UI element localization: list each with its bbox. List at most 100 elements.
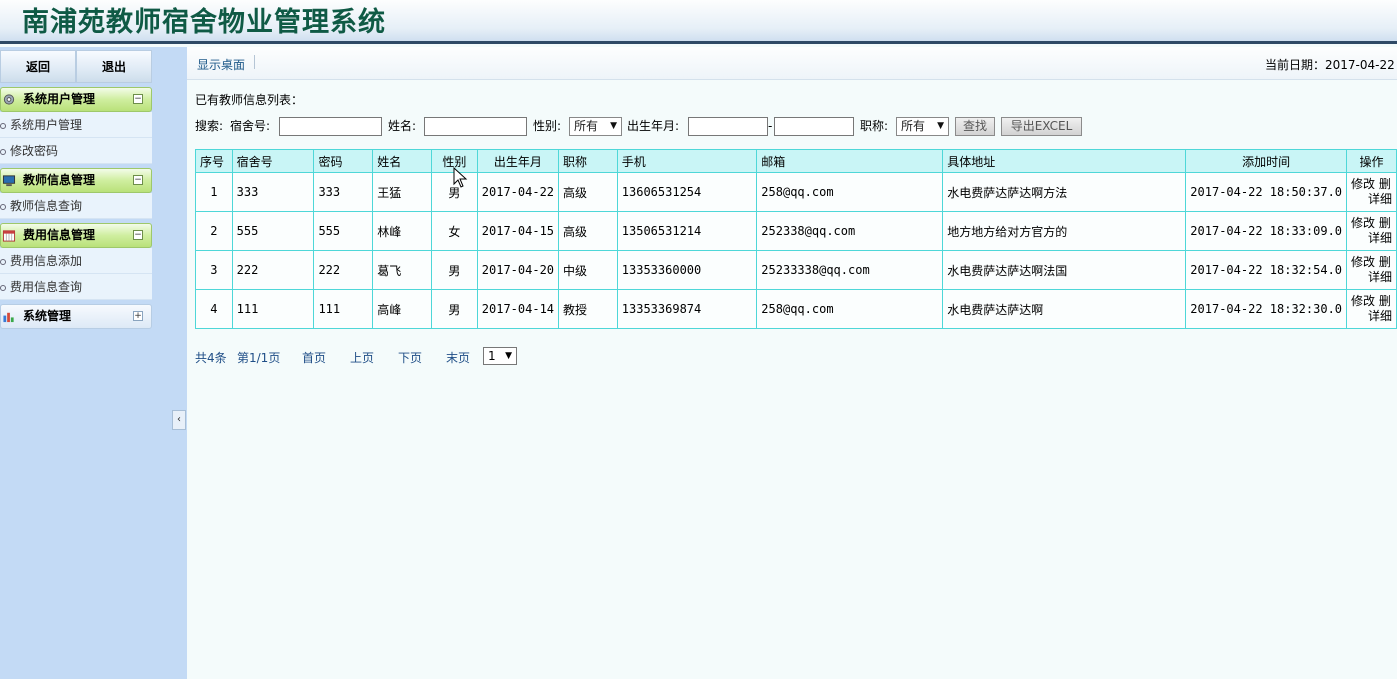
cell-actions: 修改 删 详细: [1346, 289, 1397, 329]
name-input[interactable]: [424, 117, 527, 136]
next-page-link[interactable]: 下页: [398, 349, 422, 366]
cell-name: 林峰: [372, 211, 432, 251]
cell-email: 252338@qq.com: [756, 211, 944, 251]
cell-birth: 2017-04-14: [476, 289, 560, 329]
cell-password: 555: [313, 211, 374, 251]
sidebar-item-fee-add[interactable]: 费用信息添加: [0, 248, 152, 274]
collapse-minus-icon[interactable]: −: [133, 94, 143, 104]
col-header: 出生年月: [476, 149, 560, 173]
gear-icon: [3, 94, 15, 105]
edit-delete-link[interactable]: 修改 删: [1351, 177, 1392, 192]
page-select[interactable]: 1: [483, 347, 517, 365]
sidebar-group-label: 教师信息管理: [23, 173, 96, 187]
col-header: 具体地址: [942, 149, 1187, 173]
sidebar-item-teacher-query[interactable]: 教师信息查询: [0, 193, 152, 219]
cell-title: 教授: [558, 289, 618, 329]
cell-title: 中级: [558, 250, 618, 290]
cell-dorm: 222: [231, 250, 315, 290]
date-separator: -: [768, 119, 773, 133]
detail-link[interactable]: 详细: [1351, 192, 1392, 207]
cell-gender: 男: [430, 289, 478, 329]
col-header: 手机: [616, 149, 758, 173]
detail-link[interactable]: 详细: [1351, 270, 1392, 285]
first-page-link[interactable]: 首页: [302, 349, 326, 366]
sidebar: 返回 退出 系统用户管理 − 系统用户管理 修改密码 教师信息管理 − 教师信息…: [0, 47, 187, 679]
dorm-input[interactable]: [279, 117, 382, 136]
col-header: 职称: [558, 149, 618, 173]
col-header: 密码: [313, 149, 374, 173]
title-label: 职称:: [860, 119, 889, 133]
cell-gender: 女: [430, 211, 478, 251]
cell-email: 258@qq.com: [756, 172, 944, 212]
detail-link[interactable]: 详细: [1351, 231, 1392, 246]
app-header: 南浦苑教师宿舍物业管理系统: [0, 0, 1397, 44]
cell-phone: 13353360000: [616, 250, 758, 290]
col-header: 添加时间: [1185, 149, 1348, 173]
prev-page-link[interactable]: 上页: [350, 349, 374, 366]
table-row: 3 222 222 葛飞 男 2017-04-20 中级 13353360000…: [195, 250, 1397, 290]
query-button[interactable]: 查找: [955, 117, 995, 136]
cell-dorm: 333: [231, 172, 315, 212]
cell-actions: 修改 删 详细: [1346, 172, 1397, 212]
sidebar-collapse-handle[interactable]: ‹: [172, 410, 186, 430]
birth-start-input[interactable]: [688, 117, 768, 136]
cell-title: 高级: [558, 211, 618, 251]
gender-select[interactable]: 所有: [569, 117, 622, 136]
export-excel-button[interactable]: 导出EXCEL: [1001, 117, 1082, 136]
sidebar-group-user-mgmt[interactable]: 系统用户管理 −: [0, 87, 152, 112]
cell-name: 葛飞: [372, 250, 432, 290]
logout-button[interactable]: 退出: [76, 50, 152, 83]
total-count: 共4条: [195, 351, 227, 365]
monitor-icon: [2, 175, 16, 187]
show-desktop-link[interactable]: 显示桌面: [197, 56, 245, 73]
birth-end-input[interactable]: [774, 117, 854, 136]
cell-email: 258@qq.com: [756, 289, 944, 329]
col-header: 姓名: [372, 149, 432, 173]
cell-address: 水电费萨达萨达啊: [942, 289, 1187, 329]
cell-no: 1: [195, 172, 233, 212]
expand-plus-icon[interactable]: +: [133, 311, 143, 321]
cell-dorm: 111: [231, 289, 315, 329]
cell-actions: 修改 删 详细: [1346, 250, 1397, 290]
cell-birth: 2017-04-15: [476, 211, 560, 251]
cell-time: 2017-04-22 18:33:09.0: [1185, 211, 1348, 251]
col-header: 宿舍号: [231, 149, 315, 173]
edit-delete-link[interactable]: 修改 删: [1351, 294, 1392, 309]
detail-link[interactable]: 详细: [1351, 309, 1392, 324]
sidebar-item-system-users[interactable]: 系统用户管理: [0, 112, 152, 138]
mouse-cursor-icon: [453, 167, 468, 188]
last-page-link[interactable]: 末页: [446, 349, 470, 366]
sidebar-group-teacher-info[interactable]: 教师信息管理 −: [0, 168, 152, 193]
current-date: 当前日期：2017-04-22 星: [1265, 58, 1397, 72]
sidebar-group-fee-info[interactable]: 费用信息管理 −: [0, 223, 152, 248]
title-select[interactable]: 所有: [896, 117, 949, 136]
sidebar-group-label: 系统用户管理: [23, 92, 96, 106]
cell-actions: 修改 删 详细: [1346, 211, 1397, 251]
cell-name: 高峰: [372, 289, 432, 329]
gender-label: 性别:: [533, 119, 562, 133]
cell-name: 王猛: [372, 172, 432, 212]
page-info: 第1/1页: [237, 351, 281, 365]
cell-password: 333: [313, 172, 374, 212]
teacher-table: 序号 宿舍号 密码 姓名 性别 出生年月 职称 手机 邮箱 具体地址 添加时间 …: [195, 149, 1397, 329]
sidebar-item-change-password[interactable]: 修改密码: [0, 138, 152, 164]
calendar-icon: [2, 230, 16, 242]
edit-delete-link[interactable]: 修改 删: [1351, 216, 1392, 231]
table-header-row: 序号 宿舍号 密码 姓名 性别 出生年月 职称 手机 邮箱 具体地址 添加时间 …: [195, 149, 1397, 173]
sidebar-group-label: 系统管理: [23, 309, 72, 323]
cell-no: 4: [195, 289, 233, 329]
cell-phone: 13506531214: [616, 211, 758, 251]
collapse-minus-icon[interactable]: −: [133, 175, 143, 185]
cell-no: 2: [195, 211, 233, 251]
main-topbar: 显示桌面 当前日期：2017-04-22 星: [187, 47, 1397, 80]
cell-phone: 13606531254: [616, 172, 758, 212]
back-button[interactable]: 返回: [0, 50, 76, 83]
sidebar-item-fee-query[interactable]: 费用信息查询: [0, 274, 152, 300]
app-title: 南浦苑教师宿舍物业管理系统: [22, 7, 386, 38]
edit-delete-link[interactable]: 修改 删: [1351, 255, 1392, 270]
collapse-minus-icon[interactable]: −: [133, 230, 143, 240]
sidebar-group-system-mgmt[interactable]: 系统管理 +: [0, 304, 152, 329]
cell-time: 2017-04-22 18:32:30.0: [1185, 289, 1348, 329]
cell-address: 水电费萨达萨达啊法国: [942, 250, 1187, 290]
cell-dorm: 555: [231, 211, 315, 251]
